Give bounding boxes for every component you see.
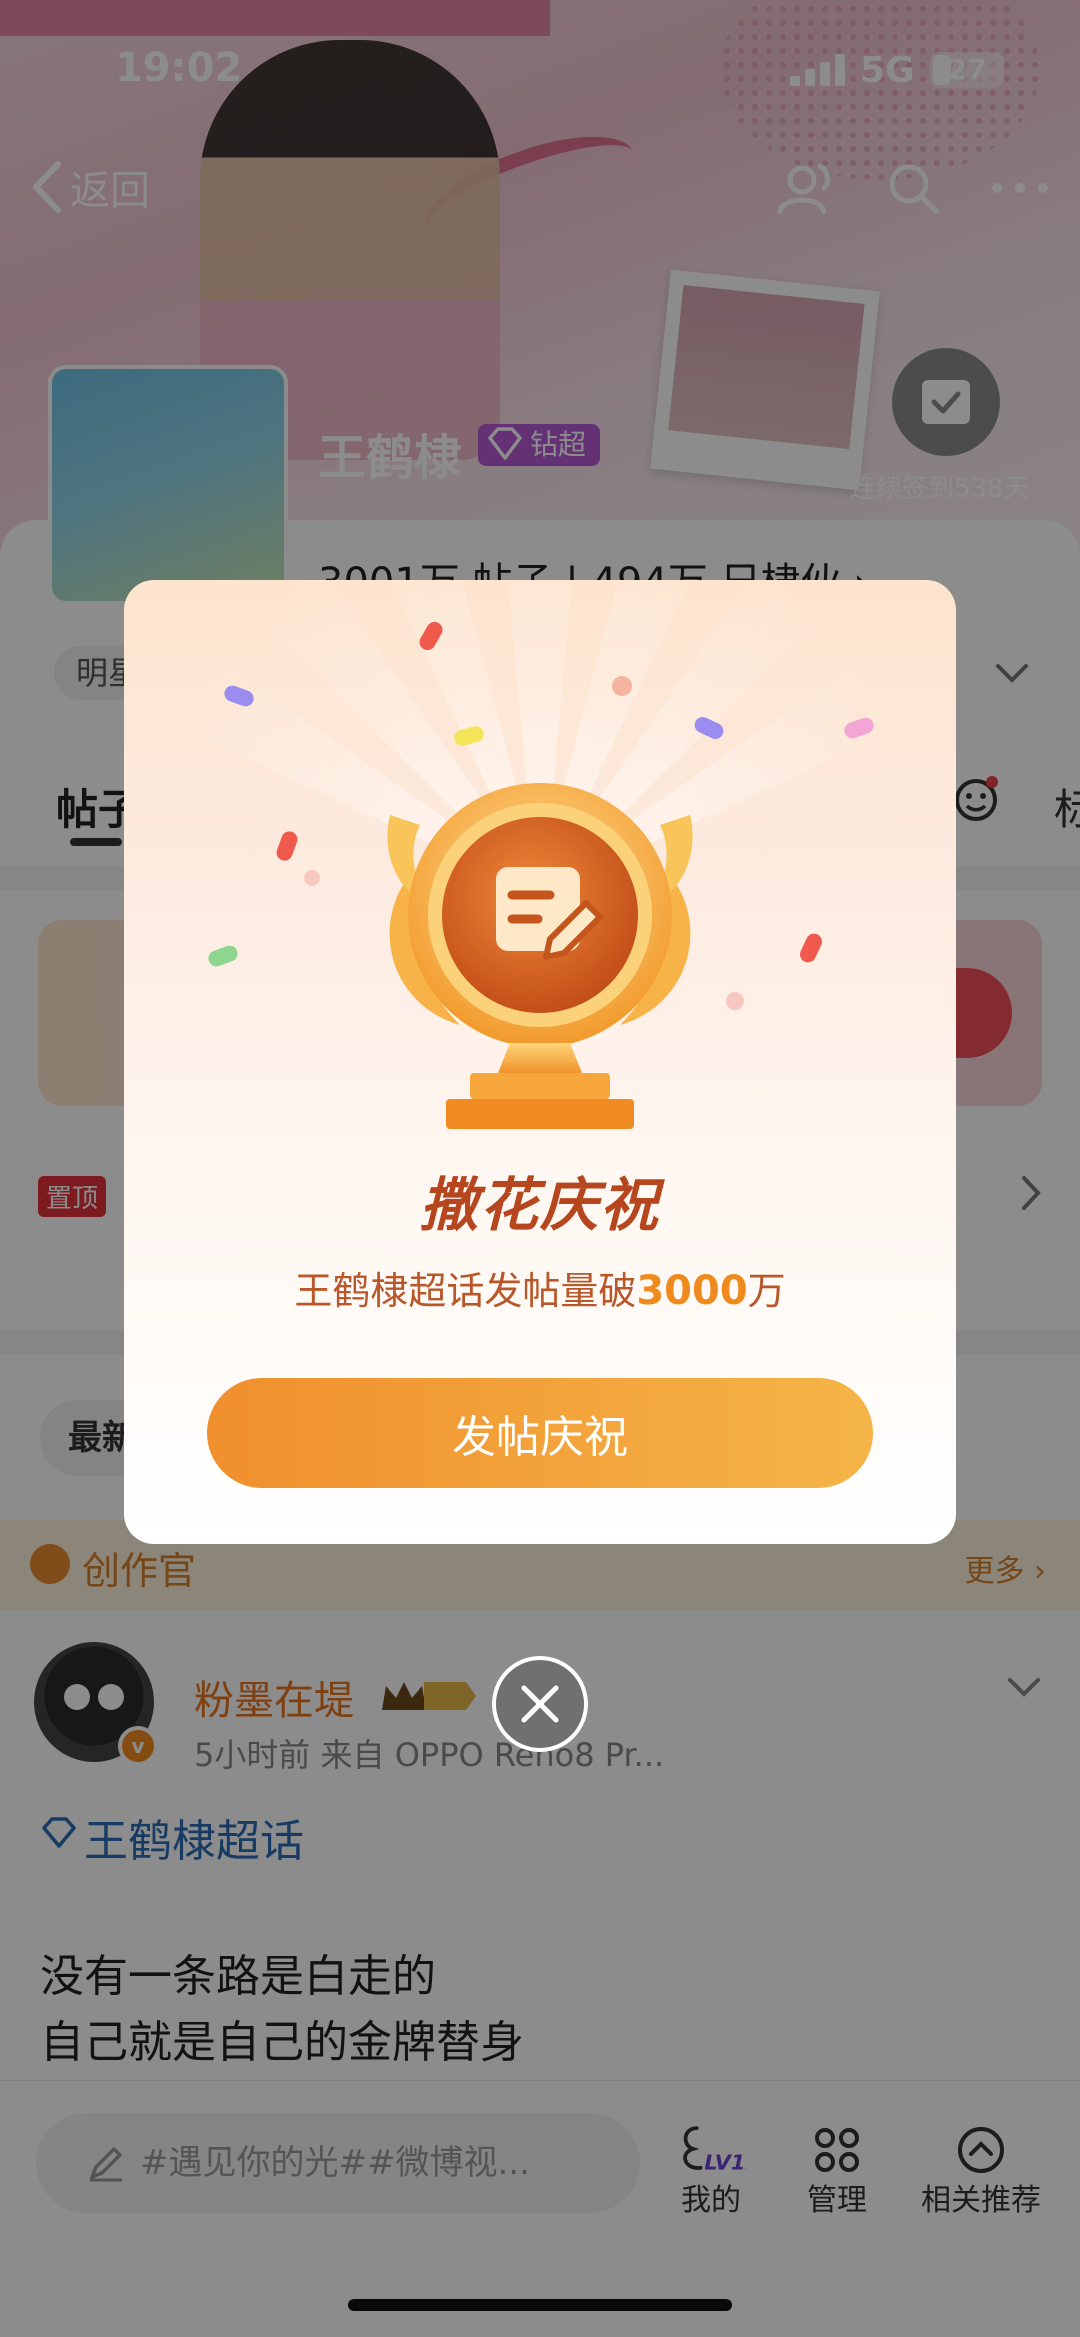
trophy-icon [387,783,693,1129]
subtitle-suffix: 万 [747,1269,786,1313]
close-icon [521,1685,559,1723]
subtitle-prefix: 王鹤棣超话发帖量破 [294,1269,637,1313]
close-button[interactable] [492,1656,588,1752]
confetti-dot [612,676,632,696]
confetti [206,943,240,969]
celebration-modal: 撒花庆祝 王鹤棣超话发帖量破3000万 发帖庆祝 [124,580,956,1544]
post-celebrate-button[interactable]: 发帖庆祝 [207,1378,873,1488]
modal-title: 撒花庆祝 [419,1171,660,1239]
confetti-dot [304,870,320,886]
subtitle-number: 3000 [636,1268,748,1314]
confetti [797,931,825,965]
confetti [274,829,300,863]
modal-subtitle: 王鹤棣超话发帖量破3000万 [124,1260,956,1315]
